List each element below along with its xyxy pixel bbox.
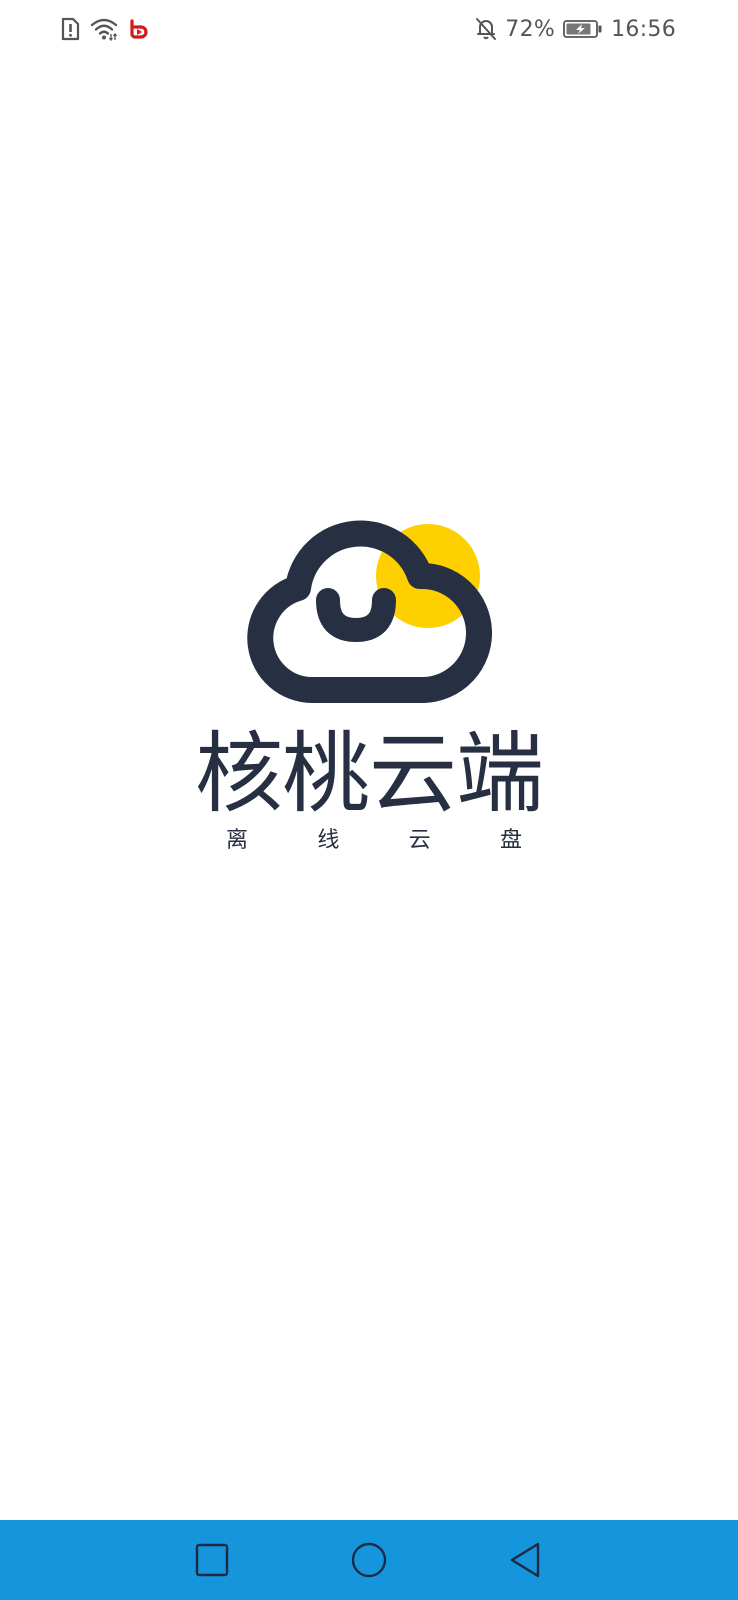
cloud-smile bbox=[316, 588, 396, 643]
status-left-icons bbox=[60, 16, 148, 42]
battery-percent: 72% bbox=[505, 16, 556, 42]
app-title: 核桃云端 bbox=[194, 722, 544, 825]
clock-time: 16:56 bbox=[611, 16, 676, 42]
subtitle-char: 离 bbox=[225, 828, 248, 853]
circle-icon bbox=[351, 1542, 387, 1578]
splash-logo-area: 核桃云端 离 线 云 盘 bbox=[0, 500, 738, 880]
subtitle-char: 盘 bbox=[499, 828, 522, 853]
app-notification-icon bbox=[128, 19, 148, 39]
subtitle-char: 云 bbox=[408, 828, 431, 853]
status-bar: 72% 16:56 bbox=[0, 0, 738, 58]
back-triangle-icon bbox=[510, 1542, 540, 1578]
recent-apps-button[interactable] bbox=[190, 1538, 234, 1582]
square-icon bbox=[195, 1543, 229, 1577]
subtitle-char: 线 bbox=[317, 828, 340, 853]
home-button[interactable] bbox=[347, 1538, 391, 1582]
navigation-bar bbox=[0, 1520, 738, 1600]
splash-screen: 72% 16:56 核桃云端 离 线 云 盘 bbox=[0, 0, 738, 1600]
status-right-icons: 72% 16:56 bbox=[475, 14, 676, 44]
cloud-logo-icon bbox=[247, 520, 492, 703]
app-subtitle: 离 线 云 盘 bbox=[224, 822, 524, 853]
wifi-icon bbox=[90, 17, 118, 41]
silent-bell-icon bbox=[475, 17, 497, 41]
battery-charging-icon bbox=[563, 19, 603, 39]
sim-alert-icon bbox=[60, 17, 80, 41]
back-button[interactable] bbox=[504, 1538, 548, 1582]
